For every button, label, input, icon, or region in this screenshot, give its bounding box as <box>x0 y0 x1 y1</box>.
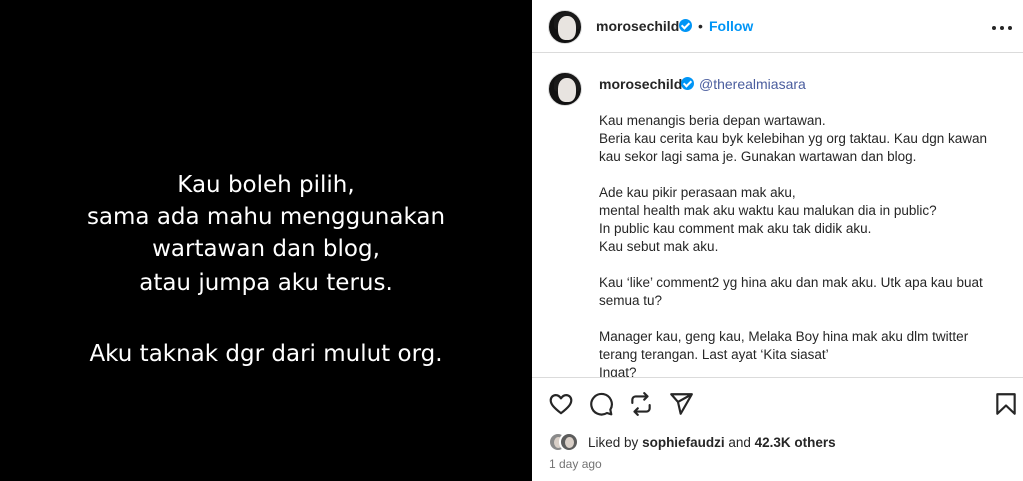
comment-icon[interactable] <box>588 391 614 417</box>
separator-dot: • <box>698 18 703 34</box>
media-text-line: sama ada mahu menggunakan <box>86 204 446 230</box>
more-icon[interactable] <box>992 17 1012 37</box>
liked-by-prefix: Liked by <box>588 435 639 450</box>
action-bar <box>532 379 1023 429</box>
bookmark-icon[interactable] <box>993 391 1019 417</box>
send-icon[interactable] <box>668 391 694 417</box>
caption-paragraph: Kau menangis beria depan wartawan. Beria… <box>599 113 987 164</box>
caption-username[interactable]: morosechild <box>599 76 682 92</box>
media-text-line: wartawan dan blog, <box>152 236 380 262</box>
repost-icon[interactable] <box>628 391 654 417</box>
follow-button[interactable]: Follow <box>709 18 753 34</box>
heart-icon[interactable] <box>548 391 574 417</box>
avatar[interactable] <box>559 432 579 452</box>
caption-text: Kau menangis beria depan wartawan. Beria… <box>599 112 1009 378</box>
caption-paragraph: Ade kau pikir perasaan mak aku, mental h… <box>599 185 937 254</box>
caption-paragraph: Kau ‘like’ comment2 yg hina aku dan mak … <box>599 275 987 308</box>
avatar[interactable] <box>548 10 582 44</box>
header-username[interactable]: morosechild <box>596 18 679 34</box>
post-media[interactable]: Kau boleh pilih, sama ada mahu menggunak… <box>0 0 532 481</box>
media-text-line: Kau boleh pilih, <box>177 172 355 198</box>
post-side-panel: morosechild • Follow morosechild @therea… <box>532 0 1023 481</box>
verified-icon <box>681 77 694 90</box>
media-text-line: Aku taknak dgr dari mulut org. <box>89 341 443 367</box>
verified-icon <box>679 19 692 32</box>
liked-by-and: and <box>728 435 751 450</box>
post-header: morosechild • Follow <box>532 0 1023 53</box>
avatar[interactable] <box>548 72 582 106</box>
mention-link[interactable]: @therealmiasara <box>699 76 806 92</box>
liked-by-text: Liked by sophiefaudzi and 42.3K others <box>588 435 836 450</box>
caption-paragraph: Manager kau, geng kau, Melaka Boy hina m… <box>599 329 969 378</box>
caption-area[interactable]: morosechild @therealmiasara Kau menangis… <box>532 54 1023 378</box>
liked-by-user[interactable]: sophiefaudzi <box>642 435 725 450</box>
media-text-line: atau jumpa aku terus. <box>139 270 393 296</box>
post-timestamp[interactable]: 1 day ago <box>549 457 602 471</box>
likes-count[interactable]: 42.3K others <box>755 435 836 450</box>
